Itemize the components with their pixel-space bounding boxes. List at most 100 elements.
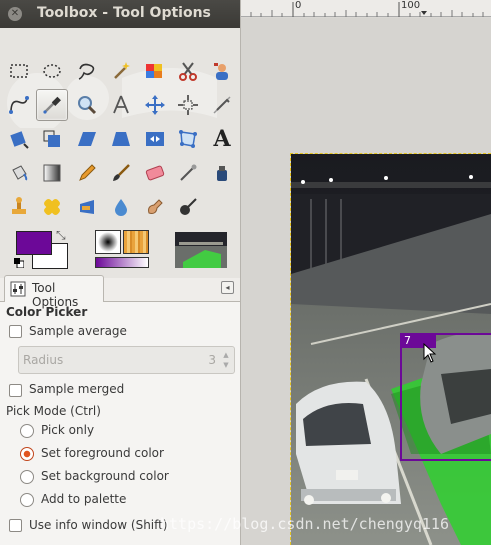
bucket-fill-icon [12, 165, 28, 181]
tool-smudge[interactable] [139, 191, 171, 223]
scissors-select-icon [179, 62, 197, 81]
radio-set-foreground[interactable] [20, 447, 34, 461]
tool-options-icon [10, 281, 26, 297]
perspective-clone-icon [80, 200, 94, 214]
color-picker-icon [43, 96, 61, 114]
tool-cage-transform[interactable] [172, 123, 204, 155]
tool-perspective-clone[interactable] [71, 191, 103, 223]
close-button[interactable]: ✕ [8, 7, 22, 21]
tool-clone[interactable] [3, 191, 35, 223]
pick-only-label: Pick only [41, 423, 95, 437]
mouse-cursor-icon [423, 343, 437, 363]
smudge-icon [148, 199, 163, 214]
tool-free-select[interactable] [71, 55, 103, 87]
rect-select-icon [10, 64, 28, 78]
title-bar[interactable]: ✕ Toolbox - Tool Options [0, 0, 240, 28]
tool-color-picker[interactable] [36, 89, 68, 121]
radius-value: 3 [208, 353, 216, 367]
default-colors-icon[interactable] [14, 258, 24, 268]
tool-zoom[interactable] [71, 89, 103, 121]
tool-ellipse-select[interactable] [36, 55, 68, 87]
radio-pick-only[interactable] [20, 424, 34, 438]
radius-label: Radius [23, 353, 64, 367]
ellipse-select-icon [43, 64, 61, 78]
toolbox-window: ✕ Toolbox - Tool Options A ⤡ Tool Option… [0, 0, 241, 545]
tool-shear[interactable] [71, 123, 103, 155]
use-info-window-label: Use info window (Shift) [29, 518, 168, 532]
tool-foreground-select[interactable] [206, 55, 238, 87]
tool-align[interactable] [172, 89, 204, 121]
watermark-text: https://blog.csdn.net/chengyq116 [160, 515, 449, 533]
ink-icon [217, 166, 227, 181]
airbrush-icon [180, 164, 197, 181]
tool-airbrush[interactable] [172, 157, 204, 189]
tab-tool-options[interactable]: Tool Options [4, 275, 104, 309]
foreground-color-swatch[interactable] [16, 231, 52, 255]
tool-move[interactable] [139, 89, 171, 121]
sample-merged-label: Sample merged [29, 382, 125, 396]
tool-rotate[interactable] [3, 123, 35, 155]
tool-crop[interactable] [206, 89, 238, 121]
bounding-box [400, 333, 491, 461]
blend-icon [43, 164, 61, 182]
flip-icon [146, 132, 164, 146]
gradient-preview[interactable] [95, 257, 149, 268]
tool-blend[interactable] [36, 157, 68, 189]
heal-icon [44, 199, 60, 215]
add-to-palette-label: Add to palette [41, 492, 127, 506]
use-info-window-checkbox[interactable] [9, 519, 22, 532]
tool-eraser[interactable] [139, 157, 171, 189]
active-image-thumbnail[interactable] [175, 232, 227, 268]
pencil-icon [79, 164, 96, 181]
foreground-select-icon [214, 63, 228, 80]
perspective-icon [112, 132, 130, 146]
tool-rect-select[interactable] [3, 55, 35, 87]
tool-paths[interactable] [3, 89, 35, 121]
text-tool-icon: A [213, 126, 231, 152]
tool-ink[interactable] [206, 157, 238, 189]
brush-icon [98, 232, 118, 252]
tool-scale[interactable] [36, 123, 68, 155]
sample-merged-checkbox[interactable] [9, 384, 22, 397]
align-icon [178, 95, 198, 115]
paintbrush-icon [113, 164, 130, 181]
eraser-icon [145, 165, 165, 181]
swap-colors-icon[interactable]: ⤡ [56, 228, 66, 243]
dodge-burn-icon [180, 198, 197, 215]
tool-text[interactable]: A [206, 123, 238, 155]
pattern-preview[interactable] [123, 230, 149, 254]
tool-flip[interactable] [139, 123, 171, 155]
blur-icon [115, 199, 127, 216]
tool-bucket-fill[interactable] [3, 157, 35, 189]
tool-pencil[interactable] [71, 157, 103, 189]
select-by-color-icon [146, 64, 162, 78]
zoom-icon [78, 96, 97, 115]
tool-options-title: Color Picker [6, 305, 88, 319]
ruler-label-100: 100 [401, 0, 421, 11]
tool-heal[interactable] [36, 191, 68, 223]
dock-menu-button[interactable]: ◂ [221, 281, 234, 294]
horizontal-ruler[interactable]: 0 100 [241, 0, 491, 17]
tool-measure[interactable] [105, 89, 137, 121]
tool-fuzzy-select[interactable] [105, 55, 137, 87]
tool-blur[interactable] [105, 191, 137, 223]
window-title: Toolbox - Tool Options [37, 5, 211, 21]
move-icon [145, 95, 165, 115]
image-thumbnail-icon [175, 232, 227, 268]
brush-preview[interactable] [95, 230, 121, 254]
spin-arrows-icon[interactable]: ▲ ▼ [221, 350, 231, 370]
tool-paintbrush[interactable] [105, 157, 137, 189]
clone-icon [12, 197, 26, 214]
tool-dodge-burn[interactable] [172, 191, 204, 223]
radio-set-background[interactable] [20, 470, 34, 484]
pick-mode-label: Pick Mode (Ctrl) [6, 404, 101, 418]
radius-spinner[interactable]: Radius 3 ▲ ▼ [18, 346, 235, 374]
tool-scissors-select[interactable] [172, 55, 204, 87]
tool-select-by-color[interactable] [139, 55, 171, 87]
sample-average-label: Sample average [29, 324, 127, 338]
tool-perspective[interactable] [105, 123, 137, 155]
sample-average-checkbox[interactable] [9, 325, 22, 338]
crop-icon [213, 96, 231, 114]
radio-add-to-palette[interactable] [20, 493, 34, 507]
set-foreground-label: Set foreground color [41, 446, 164, 460]
